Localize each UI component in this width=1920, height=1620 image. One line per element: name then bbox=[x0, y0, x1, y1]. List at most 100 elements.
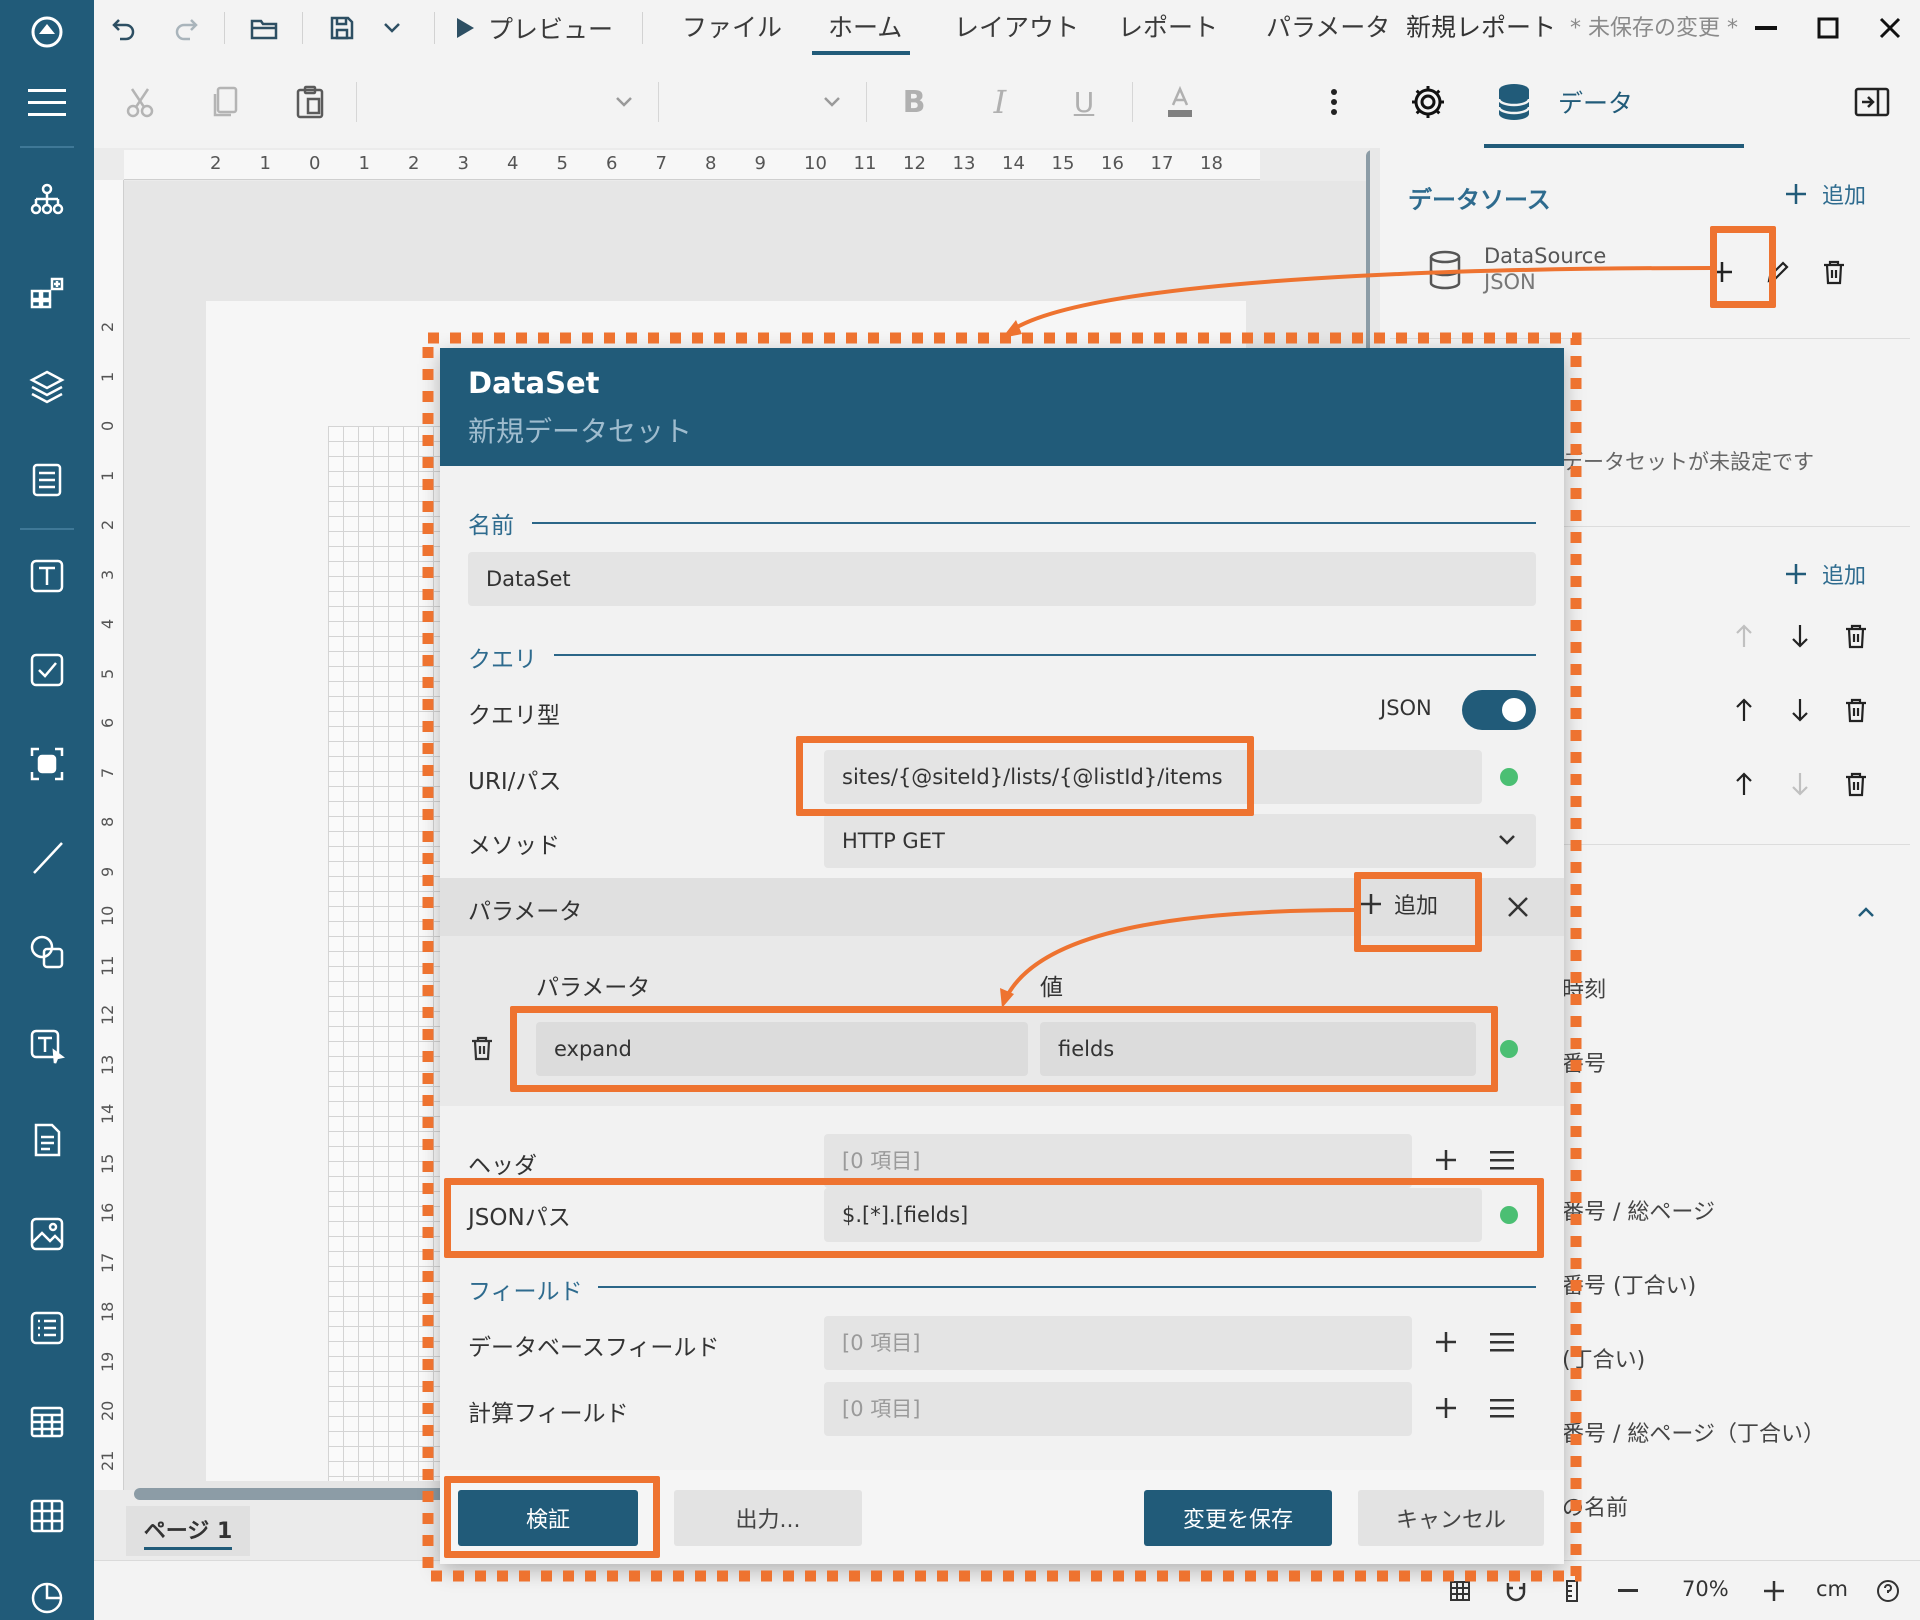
shape-tool-icon[interactable] bbox=[17, 922, 77, 982]
method-value: HTTP GET bbox=[842, 829, 945, 853]
move-up-arrow-icon[interactable] bbox=[1722, 762, 1766, 806]
textbox-tool-icon[interactable] bbox=[17, 546, 77, 606]
save-changes-button[interactable]: 変更を保存 bbox=[1144, 1490, 1332, 1546]
page-tab[interactable]: ページ 1 bbox=[126, 1506, 250, 1556]
move-up-arrow-icon[interactable] bbox=[1722, 614, 1766, 658]
special-field-item[interactable]: 番号 (丁合い) bbox=[1562, 1268, 1696, 1300]
callout-param-row bbox=[510, 1006, 1498, 1092]
cut-icon[interactable] bbox=[118, 80, 162, 124]
undo-icon[interactable] bbox=[102, 8, 146, 48]
menu-report[interactable]: レポート bbox=[1118, 10, 1218, 46]
checkbox-tool-icon[interactable] bbox=[17, 640, 77, 700]
help-icon[interactable] bbox=[1866, 1569, 1910, 1613]
db-fields-add-plus-icon[interactable] bbox=[1424, 1320, 1468, 1364]
unit-selector[interactable]: cm bbox=[1816, 1577, 1848, 1601]
param-delete-trash-icon[interactable] bbox=[460, 1026, 504, 1070]
delete-row-trash-icon[interactable] bbox=[1834, 614, 1878, 658]
layers-icon[interactable] bbox=[17, 356, 77, 416]
calc-fields-add-plus-icon[interactable] bbox=[1424, 1386, 1468, 1430]
params-col-name: パラメータ bbox=[536, 975, 651, 1001]
more-options-icon[interactable] bbox=[1312, 80, 1356, 124]
menu-layout[interactable]: レイアウト bbox=[954, 10, 1079, 46]
delete-row-trash-icon[interactable] bbox=[1834, 762, 1878, 806]
special-field-item[interactable]: 番号 bbox=[1562, 1046, 1606, 1078]
ribbon-toolbar: B I U データ bbox=[94, 56, 1920, 148]
preview-button[interactable]: プレビュー bbox=[454, 8, 614, 48]
line-tool-icon[interactable] bbox=[17, 828, 77, 888]
calc-fields-list-menu-icon[interactable] bbox=[1480, 1386, 1524, 1430]
query-type-toggle[interactable] bbox=[1462, 690, 1536, 730]
snap-magnet-icon[interactable] bbox=[1494, 1569, 1538, 1613]
open-folder-icon[interactable] bbox=[242, 8, 286, 48]
save-icon[interactable] bbox=[320, 8, 364, 48]
datasource-name[interactable]: DataSource bbox=[1484, 244, 1606, 268]
components-icon[interactable] bbox=[17, 262, 77, 322]
menu-parameters[interactable]: パラメータ bbox=[1266, 10, 1390, 46]
special-field-item[interactable]: 時刻 bbox=[1562, 972, 1606, 1004]
richtext-tool-icon[interactable] bbox=[17, 1016, 77, 1076]
move-up-arrow-icon[interactable] bbox=[1722, 688, 1766, 732]
hamburger-menu-icon[interactable] bbox=[17, 72, 77, 132]
params-close-icon[interactable] bbox=[1496, 885, 1540, 929]
collapse-panel-icon[interactable] bbox=[1850, 80, 1894, 124]
image-tool-icon[interactable] bbox=[17, 1204, 77, 1264]
plus-icon bbox=[1786, 184, 1806, 204]
font-size-dropdown-chevron-icon[interactable] bbox=[810, 80, 854, 124]
table-tool-icon[interactable] bbox=[17, 1392, 77, 1452]
delete-row-trash-icon[interactable] bbox=[1834, 688, 1878, 732]
delete-datasource-trash-icon[interactable] bbox=[1812, 250, 1856, 294]
db-fields-list-menu-icon[interactable] bbox=[1480, 1320, 1524, 1364]
close-window-icon[interactable] bbox=[1868, 8, 1912, 48]
ruler-toggle-icon[interactable] bbox=[1550, 1569, 1594, 1613]
grid-toggle-icon[interactable] bbox=[1438, 1569, 1482, 1613]
save-dropdown-chevron-icon[interactable] bbox=[376, 8, 408, 48]
move-down-arrow-icon[interactable] bbox=[1778, 688, 1822, 732]
zoom-out-minus-icon[interactable] bbox=[1606, 1569, 1650, 1613]
redo-icon[interactable] bbox=[164, 8, 208, 48]
ruler-tick-label: 13 bbox=[952, 153, 976, 174]
special-field-item[interactable]: 番号 / 総ページ（丁合い） bbox=[1562, 1416, 1825, 1448]
paste-icon[interactable] bbox=[288, 80, 332, 124]
copy-icon[interactable] bbox=[204, 80, 248, 124]
list-tool-icon[interactable] bbox=[17, 1298, 77, 1358]
zoom-in-plus-icon[interactable] bbox=[1752, 1569, 1796, 1613]
chart-tool-icon[interactable] bbox=[17, 1566, 77, 1620]
minimize-icon[interactable] bbox=[1744, 8, 1788, 48]
name-input[interactable]: DataSet bbox=[468, 552, 1536, 606]
font-family-dropdown-chevron-icon[interactable] bbox=[602, 80, 646, 124]
move-down-arrow-icon[interactable] bbox=[1778, 614, 1822, 658]
method-select[interactable]: HTTP GET bbox=[824, 814, 1536, 868]
container-tool-icon[interactable] bbox=[17, 734, 77, 794]
special-field-item[interactable]: の名前 bbox=[1562, 1490, 1628, 1522]
bold-icon[interactable]: B bbox=[892, 80, 936, 124]
cancel-button[interactable]: キャンセル bbox=[1358, 1490, 1544, 1546]
collapse-chevron-up-icon[interactable] bbox=[1844, 890, 1888, 934]
maximize-icon[interactable] bbox=[1806, 8, 1850, 48]
headers-list-menu-icon[interactable] bbox=[1480, 1138, 1524, 1182]
datasource-type: JSON bbox=[1484, 270, 1536, 294]
add-datasource-button[interactable]: 追加 bbox=[1784, 178, 1866, 210]
subreport-tool-icon[interactable] bbox=[17, 1110, 77, 1170]
special-field-item[interactable]: (丁合い) bbox=[1562, 1342, 1645, 1374]
add-parameter-button[interactable]: 追加 bbox=[1784, 558, 1866, 590]
report-explorer-icon[interactable] bbox=[17, 170, 77, 230]
font-color-icon[interactable] bbox=[1158, 80, 1202, 124]
group-editor-icon[interactable] bbox=[17, 450, 77, 510]
headers-add-plus-icon[interactable] bbox=[1424, 1138, 1468, 1182]
callout-uri bbox=[796, 736, 1254, 816]
italic-icon[interactable]: I bbox=[978, 80, 1022, 124]
menu-home[interactable]: ホーム bbox=[828, 10, 902, 46]
data-tab[interactable]: データ bbox=[1484, 64, 1744, 148]
calc-fields-input[interactable]: [0 項目] bbox=[824, 1382, 1412, 1436]
play-icon bbox=[457, 18, 474, 38]
special-field-item[interactable]: 番号 / 総ページ bbox=[1562, 1194, 1715, 1226]
db-fields-input[interactable]: [0 項目] bbox=[824, 1316, 1412, 1370]
menu-file[interactable]: ファイル bbox=[682, 10, 782, 46]
underline-icon[interactable]: U bbox=[1062, 80, 1106, 124]
move-down-arrow-icon[interactable] bbox=[1778, 762, 1822, 806]
ruler-tick-label: 7 bbox=[655, 153, 667, 174]
tablix-tool-icon[interactable] bbox=[17, 1486, 77, 1546]
horizontal-scrollbar[interactable] bbox=[134, 1488, 460, 1500]
settings-gear-icon[interactable] bbox=[1406, 80, 1450, 124]
output-button[interactable]: 出力... bbox=[674, 1490, 862, 1546]
